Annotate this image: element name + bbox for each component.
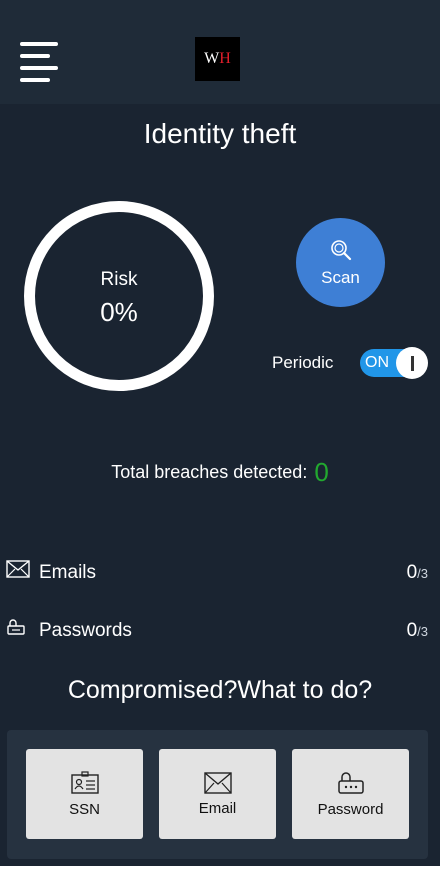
email-button-label: Email bbox=[198, 799, 237, 817]
search-scan-icon bbox=[330, 239, 351, 260]
scan-button[interactable]: Scan bbox=[296, 218, 385, 307]
passwords-total: /3 bbox=[417, 624, 428, 639]
toggle-on-text: ON bbox=[365, 354, 389, 371]
envelope-icon bbox=[203, 771, 232, 794]
total-breaches-count: 0 bbox=[314, 457, 329, 487]
passwords-value: 0/3 bbox=[407, 620, 428, 642]
emails-count: 0 bbox=[406, 562, 418, 583]
passwords-count: 0 bbox=[406, 620, 418, 641]
lock-icon bbox=[7, 619, 25, 635]
hamburger-menu-icon[interactable] bbox=[20, 42, 60, 82]
top-bar: WH bbox=[0, 0, 440, 104]
actions-panel: SSN Email Password bbox=[7, 730, 428, 859]
email-button[interactable]: Email bbox=[159, 749, 276, 839]
passwords-row: Passwords 0/3 bbox=[0, 614, 440, 648]
logo-letter-h: H bbox=[219, 50, 231, 67]
lock-keypad-icon bbox=[337, 771, 364, 794]
scan-button-label: Scan bbox=[321, 267, 360, 287]
page-title: Identity theft bbox=[143, 118, 297, 149]
id-card-icon bbox=[70, 770, 99, 794]
periodic-label: Periodic bbox=[272, 353, 334, 372]
risk-value: 0% bbox=[100, 296, 138, 327]
emails-total: /3 bbox=[417, 566, 428, 581]
ssn-button[interactable]: SSN bbox=[26, 749, 143, 839]
password-button[interactable]: Password bbox=[292, 749, 409, 839]
risk-label: Risk bbox=[100, 268, 138, 290]
periodic-toggle[interactable]: ON bbox=[360, 347, 428, 379]
emails-value: 0/3 bbox=[407, 562, 428, 584]
risk-gauge: Risk 0% bbox=[24, 201, 214, 391]
passwords-label: Passwords bbox=[39, 620, 132, 641]
emails-row: Emails 0/3 bbox=[0, 556, 440, 590]
emails-label: Emails bbox=[39, 562, 97, 583]
logo-letter-w: W bbox=[204, 50, 220, 67]
bottom-divider bbox=[0, 866, 440, 870]
envelope-icon bbox=[6, 560, 30, 578]
app-logo: WH bbox=[195, 37, 240, 81]
ssn-button-label: SSN bbox=[69, 800, 100, 818]
compromised-title: Compromised?What to do? bbox=[67, 676, 373, 704]
total-breaches: Total breaches detected: 0 bbox=[0, 457, 440, 488]
total-breaches-label: Total breaches detected: bbox=[111, 462, 308, 482]
app-root: WH Identity theft Risk 0% Scan Periodic … bbox=[0, 0, 440, 870]
toggle-knob bbox=[396, 347, 428, 379]
password-button-label: Password bbox=[317, 800, 384, 818]
